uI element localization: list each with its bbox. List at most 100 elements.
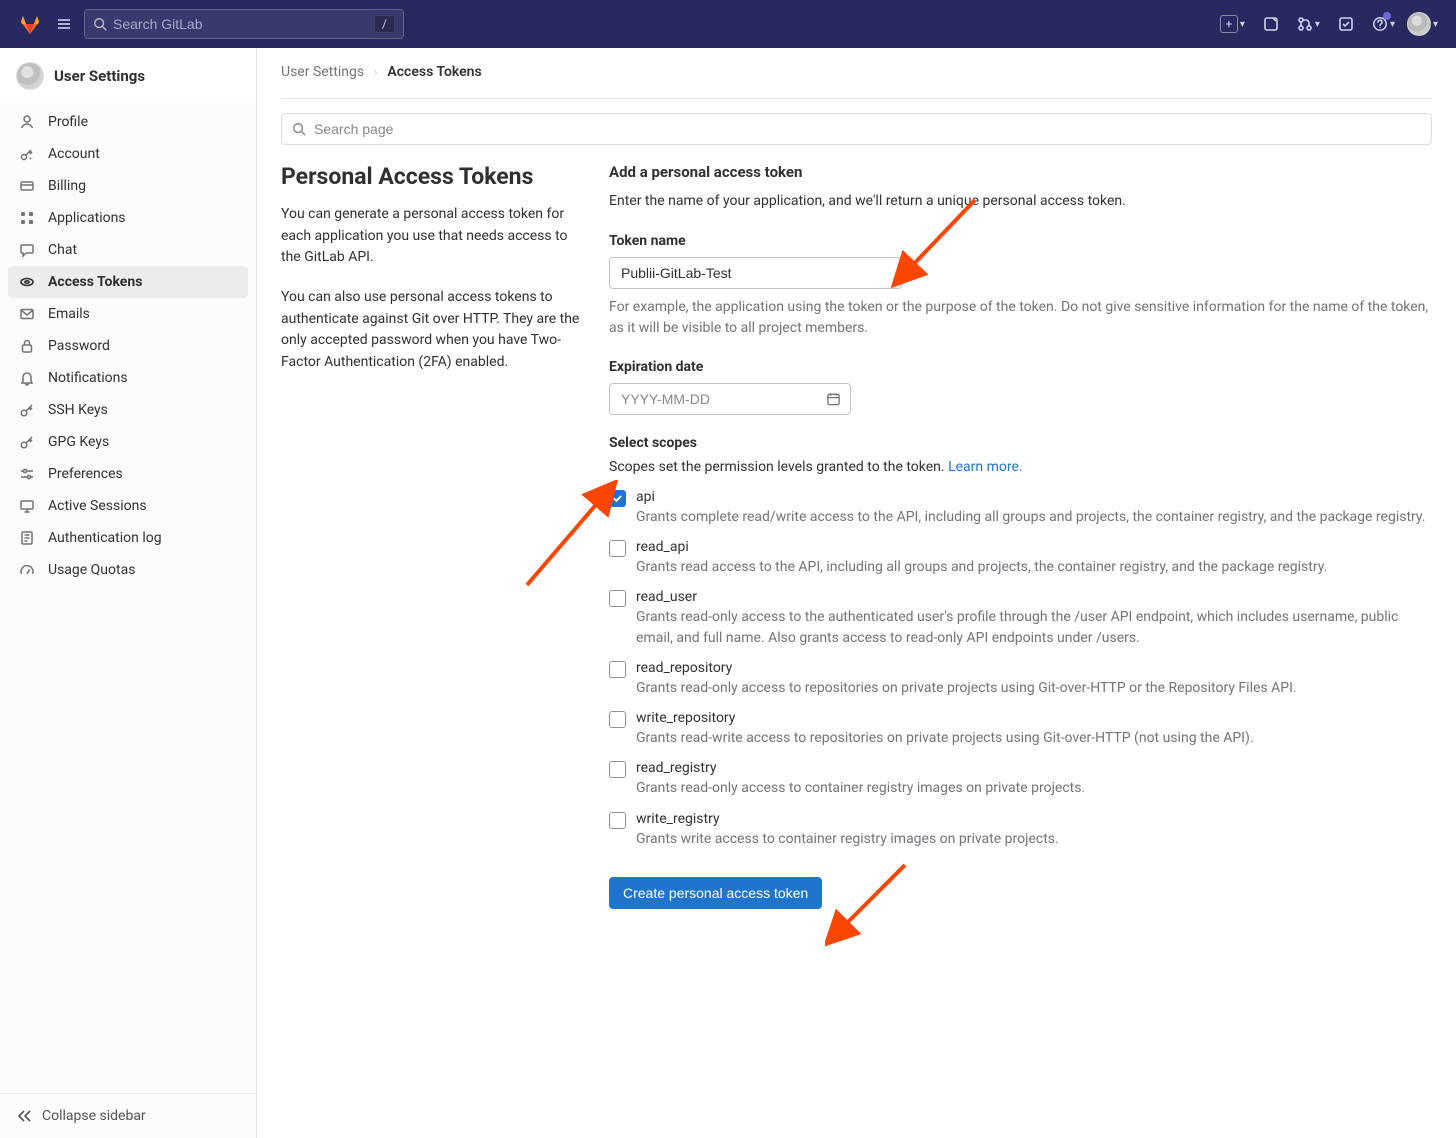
chevron-down-icon: ▾ [1240,19,1245,30]
collapse-sidebar-label: Collapse sidebar [42,1108,146,1124]
collapse-sidebar-button[interactable]: Collapse sidebar [0,1093,256,1138]
calendar-icon[interactable] [826,391,841,406]
token-name-label: Token name [609,233,1432,249]
sidebar-item-label: Active Sessions [48,498,147,514]
page-title: Personal Access Tokens [281,163,581,190]
sidebar-header[interactable]: User Settings [0,48,256,102]
description-column: Personal Access Tokens You can generate … [281,163,581,909]
sidebar-item-account[interactable]: Account [8,138,248,170]
scope-row: apiGrants complete read/write access to … [609,489,1432,527]
create-token-button[interactable]: Create personal access token [609,877,822,909]
sidebar-item-label: Notifications [48,370,128,386]
chevron-down-icon: ▾ [1433,19,1438,30]
sidebar-item-label: Password [48,338,110,354]
scope-description: Grants complete read/write access to the… [636,507,1425,527]
sidebar-item-gpg-keys[interactable]: GPG Keys [8,426,248,458]
form-section-subtitle: Enter the name of your application, and … [609,191,1432,213]
sidebar-item-authentication-log[interactable]: Authentication log [8,522,248,554]
lock-icon [18,337,36,355]
scope-checkbox-api[interactable] [609,490,626,507]
monitor-icon [18,497,36,515]
token-icon [18,273,36,291]
scope-name: write_registry [636,811,1059,827]
scope-checkbox-read_api[interactable] [609,540,626,557]
search-icon [292,122,306,136]
sidebar-item-emails[interactable]: Emails [8,298,248,330]
sidebar-item-usage-quotas[interactable]: Usage Quotas [8,554,248,586]
search-shortcut-hint: / [374,15,395,33]
scope-name: read_registry [636,760,1085,776]
token-name-input[interactable] [609,257,902,289]
chevron-right-icon: › [374,66,377,79]
top-navbar: / + ▾ ▾ ▾ ▾ [0,0,1456,48]
select-scopes-label: Select scopes [609,435,1432,451]
key-icon [18,401,36,419]
sidebar-item-label: Applications [48,210,126,226]
sidebar-item-label: Access Tokens [48,274,142,290]
issues-link[interactable] [1255,8,1287,40]
chat-icon [18,241,36,259]
global-search-input[interactable] [113,16,368,32]
chevron-double-left-icon [16,1108,32,1124]
breadcrumb: User Settings › Access Tokens [281,64,1432,99]
scope-checkbox-read_user[interactable] [609,590,626,607]
page-search[interactable] [281,113,1432,145]
page-description-secondary: You can also use personal access tokens … [281,287,581,374]
user-menu[interactable]: ▾ [1405,8,1440,40]
sidebar-item-label: Usage Quotas [48,562,135,578]
scope-row: write_registry Grants write access to con… [609,811,1432,849]
avatar [1407,12,1431,36]
token-name-help: For example, the application using the t… [609,297,1432,339]
user-icon [18,113,36,131]
learn-more-link[interactable]: Learn more. [948,459,1023,475]
scope-checkbox-write_repository[interactable] [609,711,626,728]
scope-description: Grants read-only access to container reg… [636,778,1085,798]
key-icon [18,433,36,451]
scope-name: write_repository [636,710,1254,726]
sidebar-item-ssh-keys[interactable]: SSH Keys [8,394,248,426]
select-scopes-subtitle: Scopes set the permission levels granted… [609,459,1432,475]
sidebar-item-preferences[interactable]: Preferences [8,458,248,490]
sidebar-title: User Settings [54,67,145,85]
sidebar-item-chat[interactable]: Chat [8,234,248,266]
sidebar-item-label: Emails [48,306,90,322]
scope-checkbox-read_repository[interactable] [609,661,626,678]
sidebar-item-label: Billing [48,178,86,194]
gitlab-logo-icon[interactable] [16,10,44,38]
form-section-title: Add a personal access token [609,163,1432,181]
expiration-date-input[interactable] [609,383,851,415]
sidebar: User Settings Profile Account Billing Appli… [0,48,257,1138]
sidebar-item-notifications[interactable]: Notifications [8,362,248,394]
sidebar-item-applications[interactable]: Applications [8,202,248,234]
sidebar-item-label: GPG Keys [48,434,109,450]
sidebar-item-label: Account [48,146,100,162]
sidebar-item-billing[interactable]: Billing [8,170,248,202]
avatar [16,62,44,90]
help-menu[interactable]: ▾ [1370,8,1397,40]
notification-dot [1383,12,1391,20]
sliders-icon [18,465,36,483]
scope-name: read_user [636,589,1432,605]
scope-checkbox-read_registry[interactable] [609,761,626,778]
sidebar-item-label: Authentication log [48,530,162,546]
scope-name: read_api [636,539,1327,555]
sidebar-item-active-sessions[interactable]: Active Sessions [8,490,248,522]
scope-checkbox-write_registry[interactable] [609,812,626,829]
global-search[interactable]: / [84,9,404,39]
sidebar-item-profile[interactable]: Profile [8,106,248,138]
scope-description: Grants write access to container registr… [636,829,1059,849]
todos-link[interactable] [1330,8,1362,40]
breadcrumb-root[interactable]: User Settings [281,64,364,80]
sidebar-item-access-tokens[interactable]: Access Tokens [8,266,248,298]
meter-icon [18,561,36,579]
scope-row: read_registry Grants read-only access to … [609,760,1432,798]
menu-icon[interactable] [52,12,76,36]
scope-description: Grants read-only access to repositories … [636,678,1297,698]
card-icon [18,177,36,195]
page-search-input[interactable] [314,121,1421,137]
merge-requests-menu[interactable]: ▾ [1295,8,1322,40]
sidebar-item-password[interactable]: Password [8,330,248,362]
sidebar-item-label: Chat [48,242,77,258]
create-menu[interactable]: + ▾ [1218,8,1247,40]
plus-icon: + [1220,15,1238,33]
